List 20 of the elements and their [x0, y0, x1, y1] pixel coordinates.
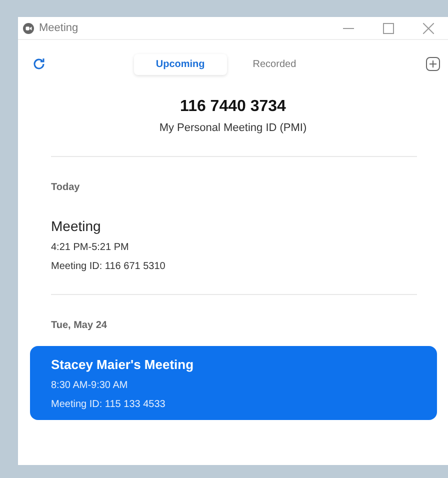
meeting-title: Stacey Maier's Meeting — [51, 357, 195, 372]
pmi-label: My Personal Meeting ID (PMI) — [159, 122, 307, 134]
meeting-time: 8:30 AM-9:30 AM — [51, 380, 129, 391]
window-title: Meeting — [39, 22, 80, 34]
meeting-id: Meeting ID: 115 133 4533 — [51, 399, 166, 410]
meeting-title: Meeting — [51, 218, 102, 234]
date-heading: Tue, May 24 — [51, 320, 108, 331]
maximize-icon[interactable] — [382, 22, 394, 34]
tab[interactable]: Recorded — [230, 54, 318, 74]
add-icon[interactable] — [426, 57, 440, 71]
date-heading: Today — [51, 182, 81, 193]
meeting-time: 4:21 PM-5:21 PM — [51, 242, 130, 253]
app-icon — [23, 22, 34, 34]
close-icon[interactable] — [422, 22, 434, 34]
refresh-icon[interactable] — [32, 57, 46, 71]
tab[interactable]: Upcoming — [134, 54, 227, 74]
meeting-item[interactable]: Meeting 4:21 PM-5:21 PM Meeting ID: 116 671 5310 — [51, 218, 448, 272]
pmi-number: 116 7440 3734 — [180, 98, 286, 116]
meeting-card[interactable]: Stacey Maier's Meeting 8:30 AM-9:30 AM Meeting ID: 115 133 4533 — [30, 346, 437, 420]
meeting-id: Meeting ID: 116 671 5310 — [51, 261, 166, 272]
